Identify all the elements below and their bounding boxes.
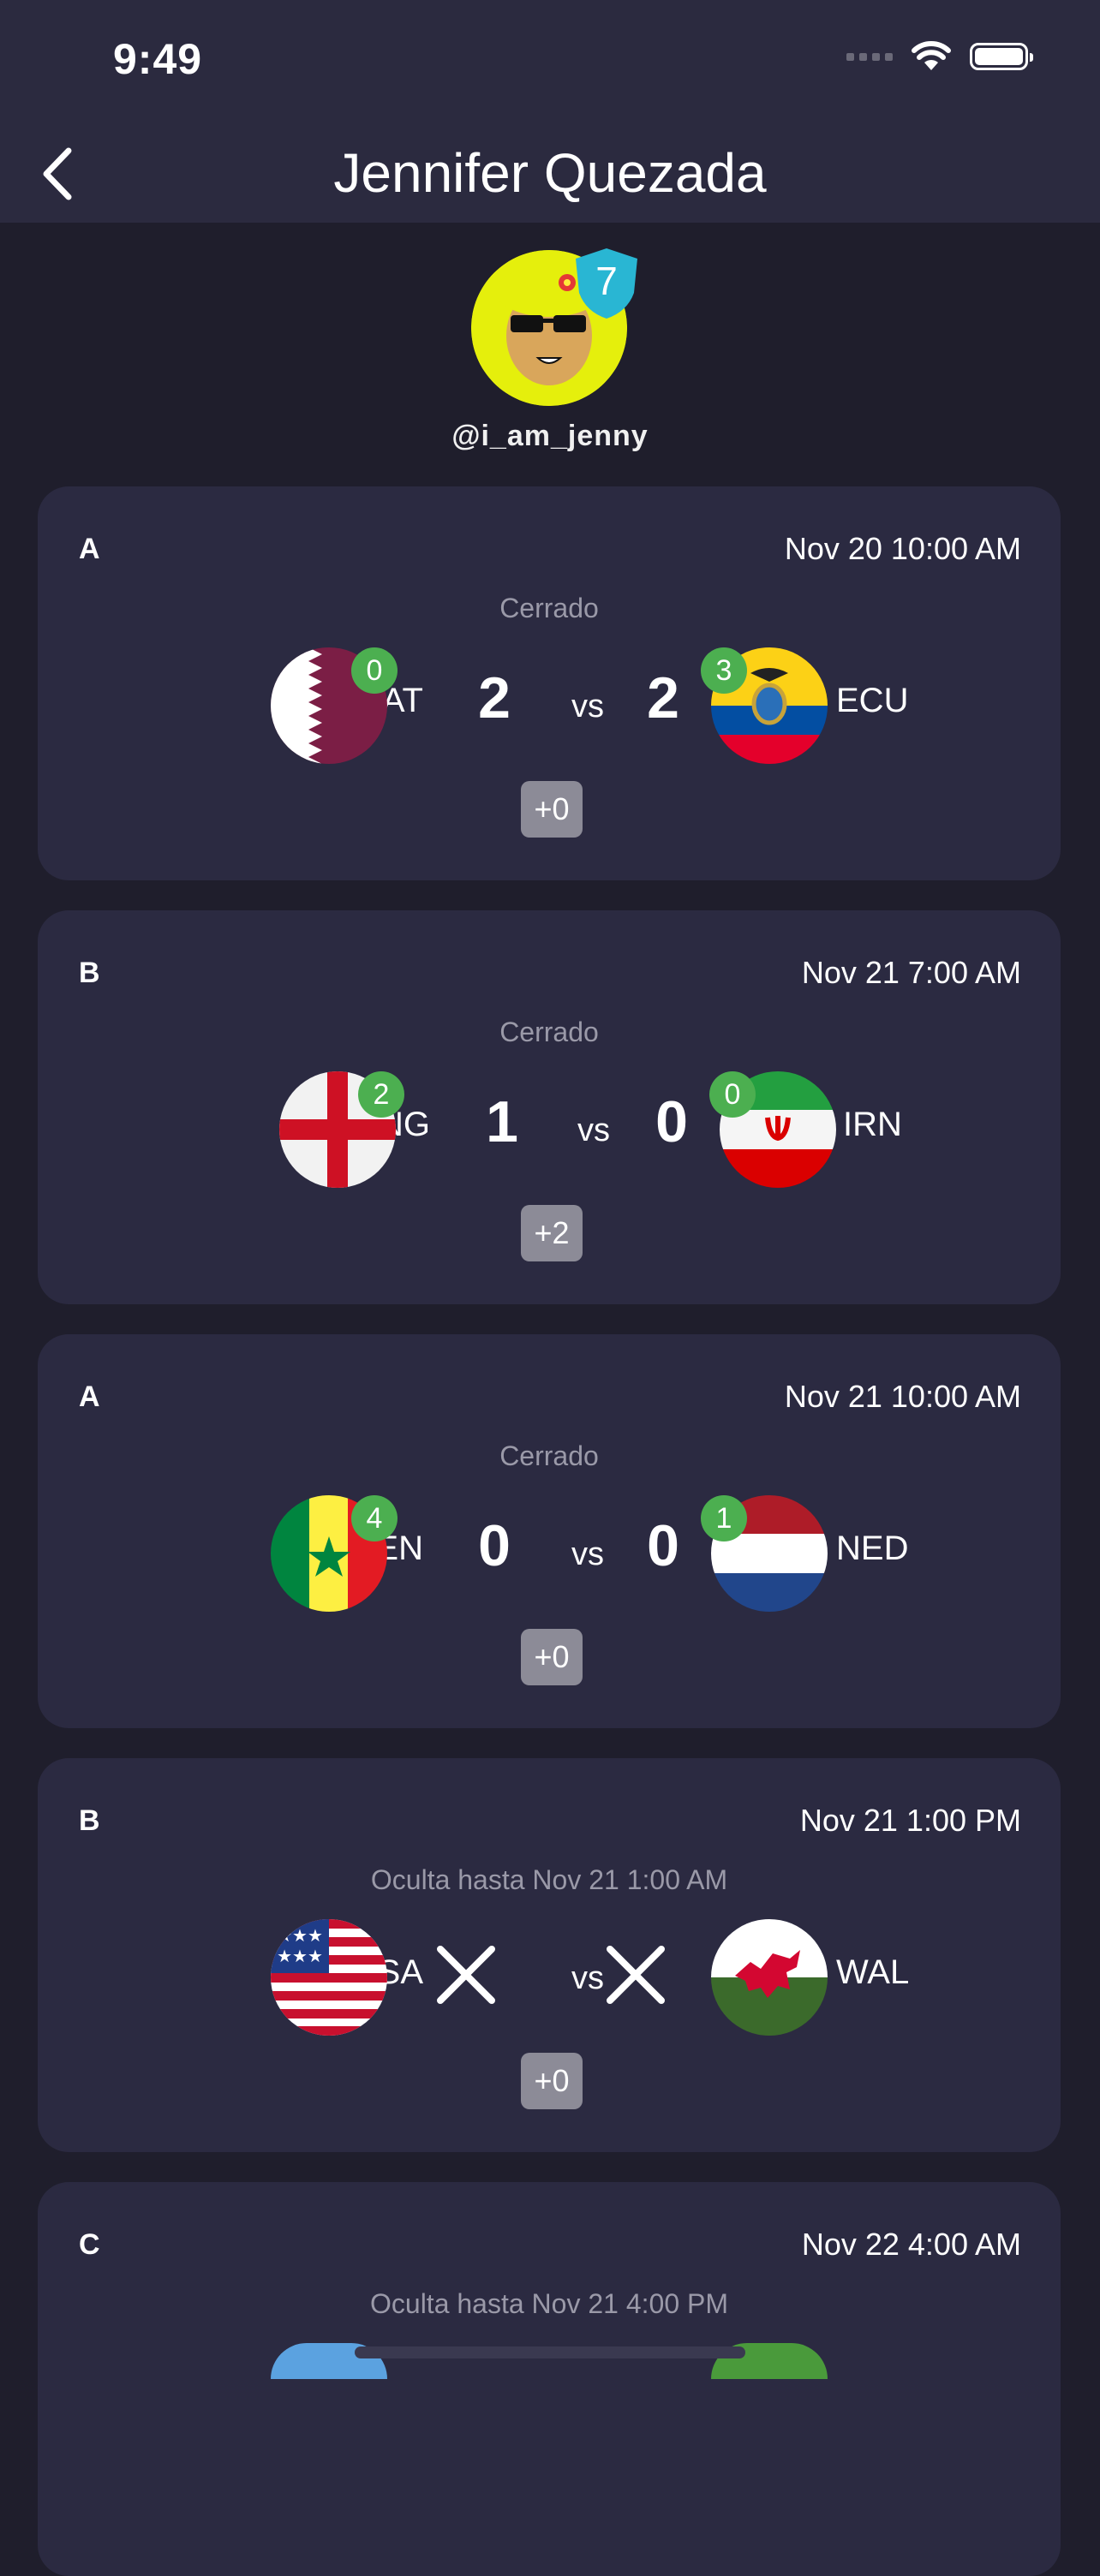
- match-datetime: Nov 22 4:00 AM: [801, 2227, 1021, 2262]
- home-picks-badge: 2: [358, 1071, 404, 1118]
- group-label: C: [79, 2228, 100, 2261]
- match-state: Cerrado: [499, 1017, 599, 1047]
- match-card[interactable]: A Nov 21 10:00 AM Cerrado SEN 4 0 vs 0 1…: [38, 1334, 1061, 1728]
- home-indicator[interactable]: [355, 2346, 745, 2358]
- match-datetime: Nov 21 7:00 AM: [801, 955, 1021, 990]
- home-picks-badge: 4: [351, 1495, 398, 1541]
- hidden-score-x-icon: [607, 1946, 665, 2004]
- away-score: 0: [655, 1089, 688, 1154]
- top-bar: 9:49 Jennifer Quezada: [0, 0, 1100, 223]
- match-state: Cerrado: [499, 593, 599, 623]
- match-card[interactable]: B Nov 21 7:00 AM Cerrado ENG 2 1 vs 0 0 …: [38, 910, 1061, 1304]
- avatar[interactable]: 7: [471, 247, 637, 409]
- vs-label: vs: [571, 689, 604, 724]
- hidden-score-x-icon: [437, 1946, 495, 2004]
- usa-flag-icon: ★★★ ★★★: [271, 1919, 387, 2036]
- home-score: 1: [486, 1089, 518, 1154]
- group-label: B: [79, 957, 100, 989]
- away-team-code: IRN: [843, 1106, 902, 1143]
- match-card[interactable]: B Nov 21 1:00 PM Oculta hasta Nov 21 1:0…: [38, 1758, 1061, 2152]
- points-badge: +2: [521, 1205, 583, 1261]
- svg-text:★★★: ★★★: [277, 1946, 323, 1966]
- level-shield-icon: 7: [576, 248, 637, 319]
- match-datetime: Nov 21 1:00 PM: [799, 1803, 1021, 1838]
- group-label: A: [79, 1380, 100, 1413]
- home-score: 2: [478, 665, 511, 730]
- group-label: B: [79, 1804, 100, 1837]
- points-badge: +0: [521, 1629, 583, 1685]
- match-state: Oculta hasta Nov 21 1:00 AM: [370, 1864, 728, 1895]
- points-badge: +0: [521, 2053, 583, 2109]
- status-icons: [846, 41, 1033, 72]
- match-state: Cerrado: [499, 1440, 599, 1471]
- away-picks-badge: 0: [709, 1071, 756, 1118]
- away-team-code: NED: [836, 1530, 909, 1567]
- match-datetime: Nov 20 10:00 AM: [784, 531, 1021, 566]
- match-card[interactable]: C Nov 22 4:00 AM Oculta hasta Nov 21 4:0…: [38, 2182, 1061, 2576]
- username-handle: @i_am_jenny: [451, 420, 649, 452]
- battery-icon: [970, 43, 1033, 70]
- cellular-signal-icon: [846, 52, 893, 61]
- wales-flag-icon: [711, 1919, 828, 2036]
- away-team-code: ECU: [836, 682, 909, 719]
- home-picks-badge: 0: [351, 647, 398, 694]
- home-score: 0: [478, 1513, 511, 1578]
- away-score: 0: [647, 1513, 679, 1578]
- match-datetime: Nov 21 10:00 AM: [784, 1379, 1021, 1414]
- away-picks-badge: 3: [701, 647, 747, 694]
- page-title: Jennifer Quezada: [333, 142, 767, 204]
- points-badge: +0: [521, 781, 583, 838]
- away-picks-badge: 1: [701, 1495, 747, 1541]
- svg-text:★★★: ★★★: [277, 1925, 323, 1946]
- group-label: A: [79, 533, 100, 565]
- vs-label: vs: [571, 1536, 604, 1572]
- away-score: 2: [647, 665, 679, 730]
- away-team-code: WAL: [836, 1953, 910, 1991]
- wifi-icon: [912, 41, 951, 70]
- vs-label: vs: [577, 1112, 610, 1148]
- status-time: 9:49: [113, 35, 203, 83]
- match-state: Oculta hasta Nov 21 4:00 PM: [370, 2288, 728, 2319]
- match-card[interactable]: A Nov 20 10:00 AM Cerrado QAT 0 2 vs 2 3…: [38, 486, 1061, 880]
- level-number: 7: [595, 259, 618, 303]
